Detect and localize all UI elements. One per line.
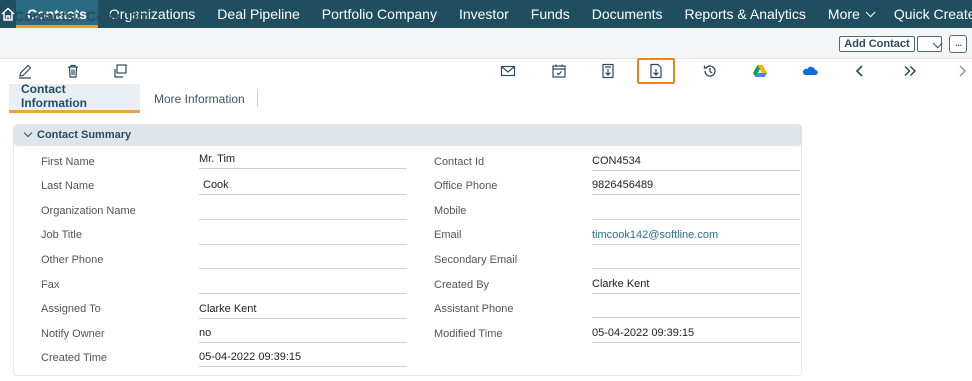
- other-phone-value[interactable]: [199, 253, 407, 269]
- mobile-value[interactable]: [592, 204, 800, 220]
- field-label: Assigned To: [41, 303, 101, 315]
- field-label: Modified Time: [434, 328, 503, 340]
- google-drive-icon[interactable]: [752, 63, 768, 79]
- edit-icon[interactable]: [17, 63, 33, 79]
- field-label: Secondary Email: [434, 254, 518, 266]
- field-label: Created By: [434, 279, 490, 291]
- created-by-value: Clarke Kent: [592, 278, 800, 294]
- breadcrumb: [0, 28, 972, 59]
- first-name-value[interactable]: Mr. Tim: [199, 153, 407, 169]
- section-header[interactable]: Contact Summary: [14, 125, 802, 146]
- notify-owner-value[interactable]: no: [199, 327, 407, 343]
- nav-investor[interactable]: Investor: [448, 0, 520, 28]
- field-label: Job Title: [41, 229, 82, 241]
- assistant-phone-value[interactable]: [592, 302, 800, 318]
- history-icon[interactable]: [702, 63, 718, 79]
- tab-divider: [257, 89, 258, 107]
- chevron-right-icon[interactable]: [955, 63, 971, 79]
- trash-icon[interactable]: [65, 63, 81, 79]
- field-label: Other Phone: [41, 254, 104, 266]
- nav-deal-pipeline[interactable]: Deal Pipeline: [206, 0, 311, 28]
- breadcrumb-module[interactable]: Contacts: [14, 8, 74, 24]
- add-contact-button[interactable]: Add Contact: [839, 36, 915, 52]
- nav-reports-analytics[interactable]: Reports & Analytics: [674, 0, 817, 28]
- field-label: Notify Owner: [41, 328, 105, 340]
- field-label: First Name: [41, 156, 95, 168]
- nav-funds[interactable]: Funds: [520, 0, 581, 28]
- field-label: Assistant Phone: [434, 303, 514, 315]
- double-chevron-right-icon[interactable]: [902, 63, 918, 79]
- assigned-to-value[interactable]: Clarke Kent: [199, 303, 407, 319]
- contact-id-value: CON4534: [592, 155, 800, 171]
- field-label: Created Time: [41, 352, 108, 364]
- field-label: Organization Name: [41, 205, 136, 217]
- organization-name-value[interactable]: [199, 204, 407, 220]
- more-actions-button[interactable]: ...: [949, 35, 967, 53]
- field-label: Email: [434, 229, 462, 241]
- detail-tabs: Contact Information More Information: [0, 82, 972, 113]
- secondary-email-value[interactable]: [592, 253, 800, 269]
- nav-more-label: More: [827, 6, 860, 22]
- nav-documents[interactable]: Documents: [581, 0, 674, 28]
- field-label: Mobile: [434, 205, 467, 217]
- field-label: Last Name: [41, 180, 95, 192]
- nav-quick-create[interactable]: Quick Create: [883, 0, 972, 28]
- last-name-value[interactable]: Cook: [199, 179, 407, 195]
- add-contact-dropdown-button[interactable]: [917, 36, 943, 52]
- created-time-value: 05-04-2022 09:39:15: [199, 351, 407, 367]
- nav-quick-create-label: Quick Create: [893, 6, 972, 22]
- nav-more[interactable]: More: [817, 0, 883, 28]
- fax-value[interactable]: [199, 278, 407, 294]
- chevron-down-icon: [865, 6, 876, 17]
- export-document-icon[interactable]: [648, 63, 664, 79]
- tab-contact-information[interactable]: Contact Information: [9, 82, 140, 113]
- tab-more-information[interactable]: More Information: [142, 84, 257, 113]
- chevron-down-icon: [932, 38, 943, 49]
- job-title-value[interactable]: [199, 229, 407, 245]
- modified-time-value: 05-04-2022 09:39:15: [592, 327, 800, 343]
- field-label: Office Phone: [434, 180, 498, 192]
- document-icon[interactable]: [600, 63, 616, 79]
- field-label: Fax: [41, 279, 60, 291]
- onedrive-icon[interactable]: [802, 63, 818, 79]
- duplicate-icon[interactable]: [112, 63, 128, 79]
- office-phone-value[interactable]: 9826456489: [592, 179, 800, 195]
- nav-portfolio-company[interactable]: Portfolio Company: [311, 0, 448, 28]
- field-label: Contact Id: [434, 156, 485, 168]
- calendar-icon[interactable]: [551, 63, 567, 79]
- mail-icon[interactable]: [500, 63, 516, 79]
- breadcrumb-record: Cook Tim: [86, 8, 150, 24]
- chevron-left-icon[interactable]: [852, 63, 868, 79]
- email-link[interactable]: timcook142@softline.com: [592, 229, 800, 245]
